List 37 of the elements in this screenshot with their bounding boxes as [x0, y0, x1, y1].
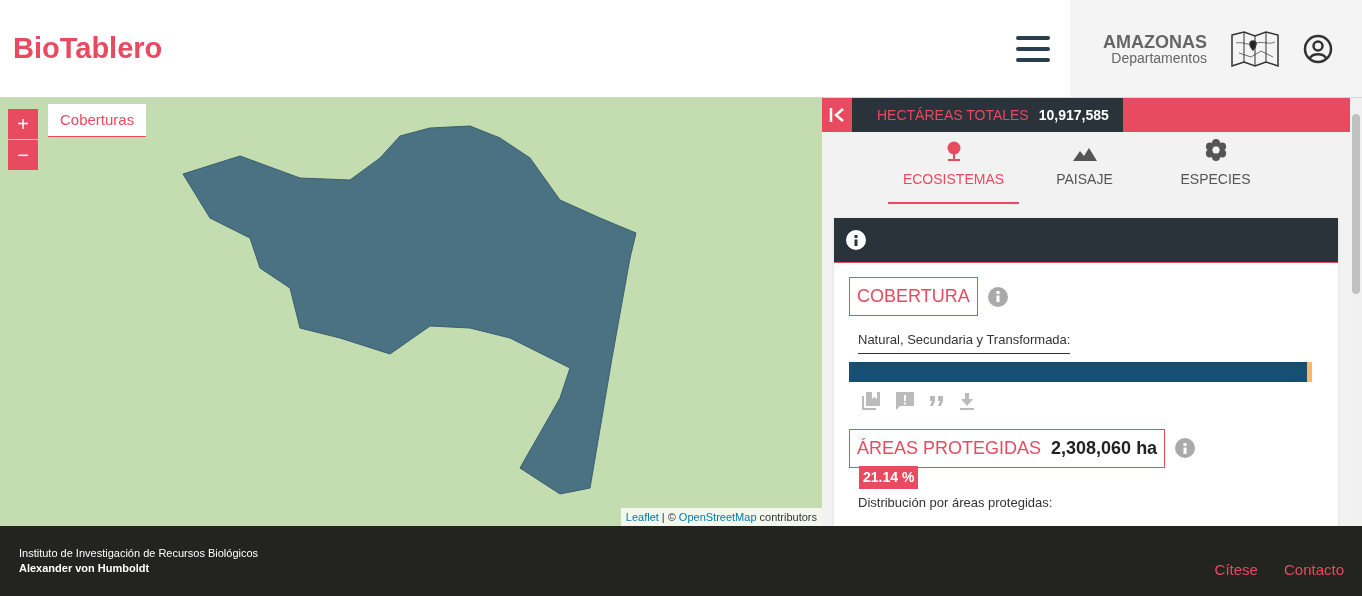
chart-legend: Natural, Secundaria y Transformada: — [858, 330, 1071, 354]
protected-area-value: 2,308,060 ha — [1051, 436, 1158, 460]
map-icon[interactable] — [1231, 30, 1279, 67]
download-icon[interactable] — [959, 391, 975, 410]
layers-icon[interactable] — [861, 390, 881, 411]
attribution-text: contributors — [759, 509, 817, 525]
institute-name: Alexander von Humboldt — [19, 561, 151, 576]
attribution-link[interactable]: OpenStreetMap — [678, 508, 757, 525]
region-type: Departamentos — [1111, 50, 1207, 65]
section-title: COBERTURA — [849, 277, 978, 316]
panel-tab[interactable]: ECOSISTEMAS — [888, 132, 1019, 204]
institute-name: Instituto de Investigación de Recursos Biológicos — [19, 546, 259, 561]
attribution-text: | © — [661, 509, 676, 525]
panel-tab[interactable]: PAISAJE — [1019, 132, 1150, 204]
feedback-icon[interactable] — [895, 390, 915, 411]
zoom-in-button[interactable]: + — [8, 109, 38, 139]
tree-icon — [945, 141, 962, 161]
user-icon[interactable] — [1303, 33, 1333, 64]
info-icon[interactable] — [846, 230, 866, 250]
totals-value: 10,917,585 — [1038, 105, 1109, 125]
layer-button[interactable]: Coberturas — [48, 104, 147, 137]
app-logo[interactable]: BioTablero — [13, 26, 163, 71]
zoom-out-button[interactable]: − — [8, 140, 38, 170]
flower-icon — [1204, 139, 1227, 161]
footer-link[interactable]: Cítese — [1214, 558, 1258, 582]
footer-link[interactable]: Contacto — [1283, 558, 1344, 582]
quote-icon[interactable] — [929, 394, 945, 407]
section-title: ÁREAS PROTEGIDAS — [857, 436, 1042, 460]
attribution-link[interactable]: Leaflet — [625, 508, 659, 525]
region-polygon[interactable] — [182, 125, 637, 495]
menu-icon[interactable] — [1016, 35, 1050, 62]
chart-subtitle: Distribución por áreas protegidas: — [858, 493, 1054, 512]
region-name: AMAZONAS — [1103, 32, 1207, 51]
totals-label: HECTÁREAS TOTALES — [877, 105, 1029, 125]
panel-tab[interactable]: ESPECIES — [1150, 132, 1281, 204]
percent-badge: 21.14 % — [859, 465, 919, 489]
mountain-icon — [1072, 147, 1097, 161]
